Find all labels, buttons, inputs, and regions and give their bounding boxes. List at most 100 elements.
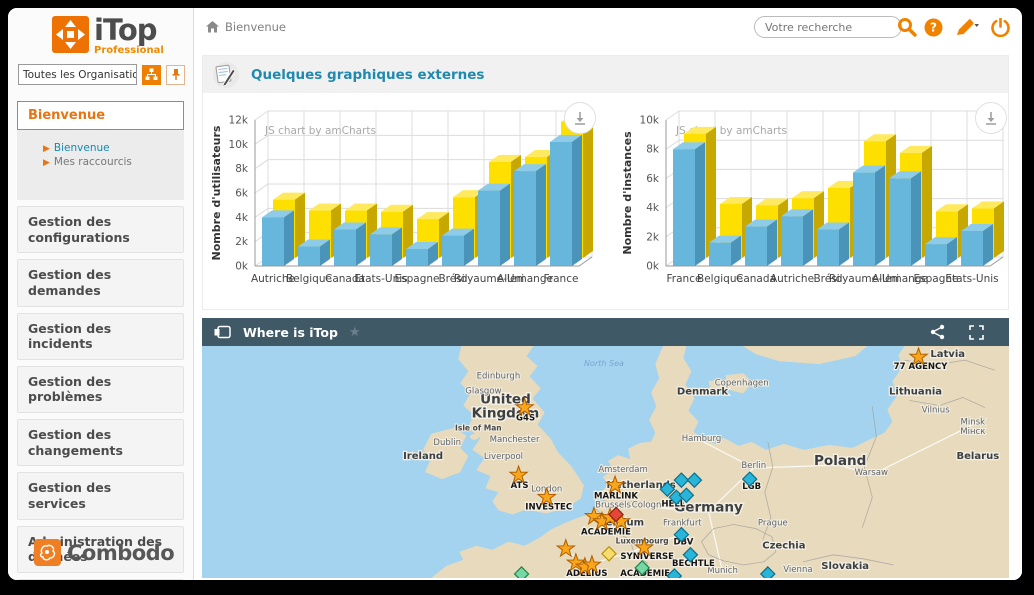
map-label-marlink: MARLINK (594, 491, 638, 501)
map-label-prague: Prague (758, 519, 788, 529)
sidebar-section-gestion-des-services[interactable]: Gestion des services (17, 472, 184, 519)
svg-text:Espagne: Espagne (395, 273, 440, 285)
sidebar: iTop Professional Toutes les Organisatio… (8, 8, 194, 580)
svg-text:10k: 10k (640, 115, 660, 127)
chart-download-button[interactable] (975, 102, 1007, 134)
download-icon (984, 111, 998, 125)
topbar: Bienvenue ? (194, 8, 1022, 46)
map-label-czechia: Czechia (762, 541, 805, 552)
svg-text:8k: 8k (235, 163, 249, 175)
itop-logo: iTop Professional (8, 8, 193, 58)
map-panel-header: Where is iTop ★ (202, 318, 1009, 346)
svg-text:10k: 10k (229, 139, 249, 151)
svg-text:France: France (544, 273, 579, 285)
map-label-manchester: Manchester (490, 435, 540, 445)
chart-instances: 0k2k4k6k8k10kJS chart by amChartsFranceB… (618, 98, 1015, 301)
chart-download-button[interactable] (564, 102, 596, 134)
map-panel: Where is iTop ★ (202, 318, 1009, 578)
breadcrumb-label: Bienvenue (225, 20, 286, 34)
svg-text:0k: 0k (646, 261, 660, 273)
map-label-liverpool: Liverpool (484, 452, 523, 462)
map-label-glasgow: Glasgow (465, 386, 501, 396)
itop-logo-icon (52, 16, 89, 53)
map-label-amsterdam: Amsterdam (598, 465, 648, 475)
edit-menu-icon[interactable] (955, 18, 979, 37)
map-label-academie: ACADEMIE (581, 528, 631, 538)
sitemap-icon (145, 68, 158, 81)
map-label-north-sea: North Sea (584, 359, 624, 368)
combodo-icon (34, 539, 61, 566)
main-content: Quelques graphiques externes 0k 2k 4k 6k 8k 1… (194, 46, 1022, 580)
combodo-logo: Combodo (34, 539, 174, 566)
map-label-vilnius: Vilnius (922, 406, 951, 416)
map-label-slovakia: Slovakia (821, 561, 869, 572)
svg-text:6k: 6k (235, 188, 249, 200)
sidebar-link-bienvenue[interactable]: ▶Bienvenue (43, 142, 180, 154)
svg-text:6k: 6k (646, 173, 660, 185)
svg-text:4k: 4k (235, 212, 249, 224)
svg-text:JS chart by amCharts: JS chart by amCharts (264, 125, 376, 137)
help-icon[interactable]: ? (924, 18, 943, 37)
pushpin-icon (170, 68, 182, 81)
map-label--: Мінск (960, 427, 985, 437)
sidebar-section-outils-d-admin[interactable]: Outils d'admin (17, 579, 184, 580)
map-label-edinburgh: Edinburgh (477, 371, 521, 381)
svg-text:Nombre d'instances: Nombre d'instances (621, 131, 634, 255)
bullet-icon: ▶ (43, 144, 50, 154)
sidebar-section-gestion-des-demandes[interactable]: Gestion des demandes (17, 259, 184, 306)
map-label-ireland: Ireland (403, 451, 443, 462)
combodo-label: Combodo (67, 541, 174, 565)
sidebar-menu: Bienvenue ▶Bienvenue ▶Mes raccourcis Gest… (8, 87, 193, 580)
map-canvas[interactable]: North SeaUnitedKingdomGermanyPolandIrela… (202, 346, 1009, 578)
hierarchy-button[interactable] (142, 65, 161, 85)
svg-text:0k: 0k (235, 261, 249, 273)
map-label-latvia: Latvia (930, 349, 965, 360)
map-label-vienna: Vienna (783, 565, 812, 575)
logo-title: iTop (94, 13, 157, 47)
map-label-belarus: Belarus (956, 451, 999, 462)
sidebar-link-mes-raccourcis[interactable]: ▶Mes raccourcis (43, 156, 180, 168)
map-panel-title: Where is iTop (243, 325, 338, 340)
sidebar-section-gestion-des-probl-mes[interactable]: Gestion des problèmes (17, 366, 184, 413)
map-label-frankfurt: Frankfurt (663, 519, 702, 529)
sidebar-section-bienvenue[interactable]: Bienvenue (17, 101, 184, 130)
svg-text:Etats-Unis: Etats-Unis (945, 273, 998, 285)
document-pencil-icon (212, 61, 240, 89)
svg-text:Nombre d'utilisateurs: Nombre d'utilisateurs (210, 125, 223, 260)
share-icon[interactable] (930, 324, 945, 340)
map-label-hamburg: Hamburg (682, 434, 722, 444)
panel-toggle-icon[interactable] (213, 324, 232, 340)
app-window: iTop Professional Toutes les Organisatio… (8, 8, 1022, 580)
logo-subtitle: Professional (94, 46, 164, 56)
home-icon (206, 21, 219, 33)
map-label-isle-of-man: Isle of Man (455, 424, 502, 433)
charts-panel-title: Quelques graphiques externes (251, 67, 484, 83)
svg-text:Autriche: Autriche (770, 273, 814, 285)
svg-text:4k: 4k (646, 202, 660, 214)
svg-text:8k: 8k (646, 144, 660, 156)
svg-text:?: ? (930, 20, 937, 34)
sidebar-submenu: ▶Bienvenue ▶Mes raccourcis (17, 130, 184, 200)
sidebar-section-gestion-des-configurations[interactable]: Gestion des configurations (17, 206, 184, 253)
organization-selector[interactable]: Toutes les Organisatior▼ (18, 64, 137, 85)
pin-button[interactable] (166, 65, 185, 85)
chart-utilisateurs: 0k2k4k6k8k10k12kJS chart by amChartsAutr… (207, 98, 604, 301)
sidebar-section-gestion-des-changements[interactable]: Gestion des changements (17, 419, 184, 466)
map-label-lithuania: Lithuania (889, 386, 942, 397)
sidebar-section-gestion-des-incidents[interactable]: Gestion des incidents (17, 313, 184, 360)
search-input[interactable] (754, 16, 902, 38)
map-label-bechtle: BECHTLE (672, 559, 715, 569)
svg-text:2k: 2k (235, 236, 249, 248)
breadcrumb[interactable]: Bienvenue (206, 20, 286, 34)
charts-panel: Quelques graphiques externes 0k 2k 4k 6k 8k 1… (202, 55, 1009, 310)
map-label-berlin: Berlin (741, 461, 766, 471)
search-icon[interactable] (896, 16, 918, 42)
favorite-star-icon[interactable]: ★ (349, 325, 361, 340)
logoff-icon[interactable] (991, 18, 1010, 37)
map-label-warsaw: Warsaw (855, 468, 888, 478)
map-label-copenhagen: Copenhagen (715, 378, 769, 388)
svg-text:12k: 12k (229, 115, 249, 127)
svg-text:2k: 2k (646, 231, 660, 243)
bullet-icon: ▶ (43, 158, 50, 168)
fullscreen-icon[interactable] (969, 325, 984, 340)
